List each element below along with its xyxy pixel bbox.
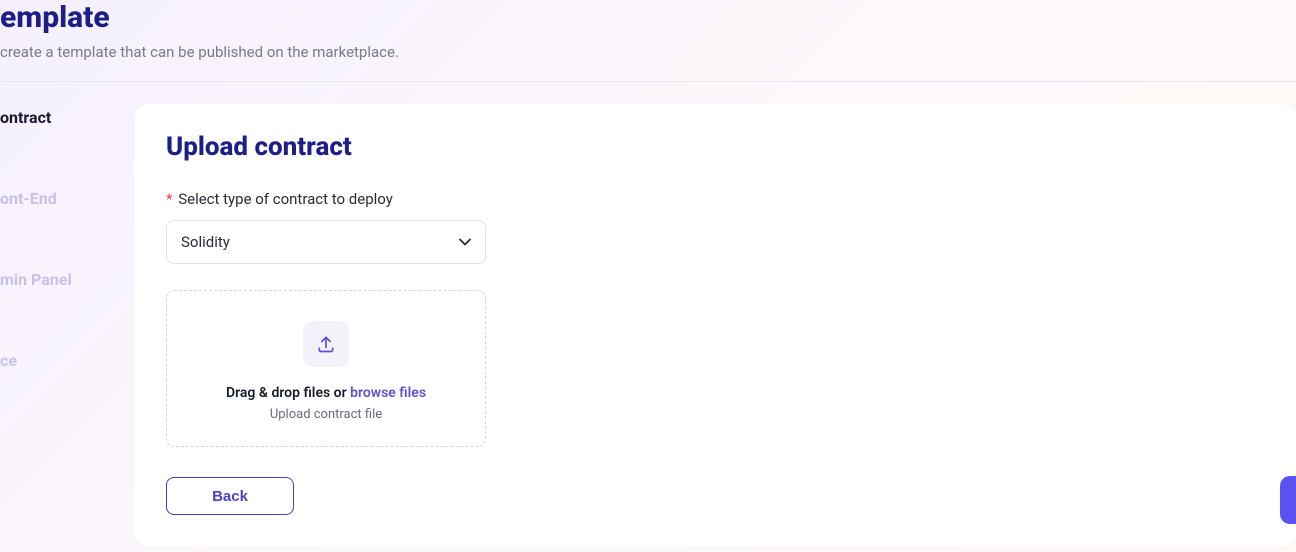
dropzone-hint: Upload contract file [179, 407, 473, 422]
back-button[interactable]: Back [166, 477, 294, 515]
step-admin-panel[interactable]: min Panel [0, 270, 134, 289]
page-subtitle: create a template that can be published … [0, 43, 1296, 61]
page-title: emplate [0, 0, 1296, 35]
file-dropzone[interactable]: Drag & drop files or browse files Upload… [166, 290, 486, 447]
required-indicator: * [166, 190, 172, 208]
card-title: Upload contract [166, 132, 1264, 162]
contract-type-select[interactable]: Solidity [166, 220, 486, 264]
stepper-sidebar: ontract ont-End min Panel ce [0, 104, 134, 547]
step-item[interactable]: ce [0, 351, 134, 370]
chevron-down-icon [459, 236, 471, 248]
main-card: Upload contract * Select type of contrac… [134, 104, 1296, 547]
field-label-text: Select type of contract to deploy [178, 190, 393, 208]
floating-action-button[interactable] [1280, 476, 1296, 524]
select-value: Solidity [181, 233, 230, 251]
step-frontend[interactable]: ont-End [0, 189, 134, 208]
content-wrap: ontract ont-End min Panel ce Upload cont… [0, 82, 1296, 547]
upload-icon [303, 321, 349, 367]
page-header: emplate create a template that can be pu… [0, 0, 1296, 82]
dropzone-instruction: Drag & drop files or browse files [179, 385, 473, 401]
browse-files-link[interactable]: browse files [350, 385, 426, 401]
dropzone-prefix: Drag & drop files or [226, 385, 350, 401]
contract-type-label: * Select type of contract to deploy [166, 190, 1264, 208]
step-contract[interactable]: ontract [0, 108, 134, 127]
